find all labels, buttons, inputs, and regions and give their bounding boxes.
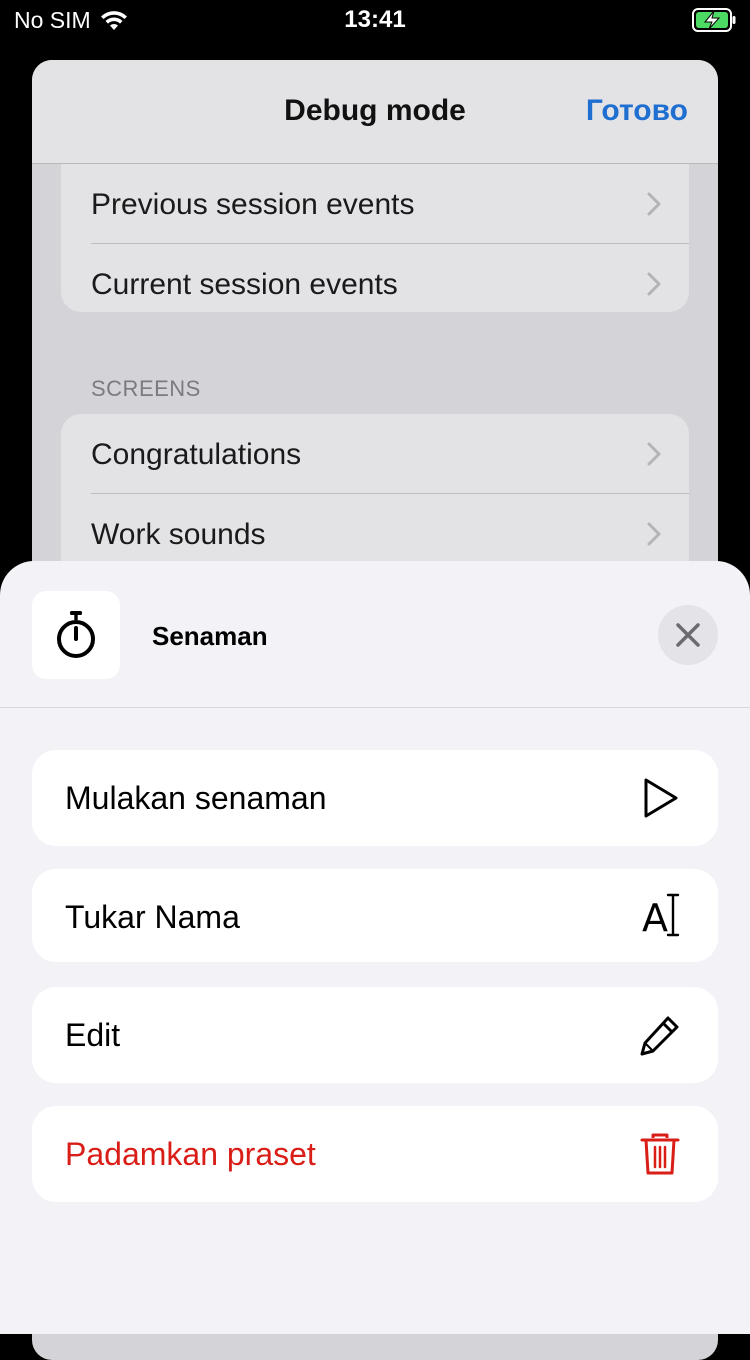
- edit-button[interactable]: Edit: [32, 987, 718, 1083]
- list-item-label: Previous session events: [91, 188, 415, 221]
- status-time: 13:41: [344, 6, 406, 33]
- close-icon: [676, 623, 700, 647]
- text-cursor-icon-glyph: A: [642, 896, 668, 940]
- chevron-right-icon: [647, 522, 661, 546]
- action-label: Mulakan senaman: [65, 780, 327, 816]
- chevron-right-icon: [647, 442, 661, 466]
- action-sheet-header: Senaman: [0, 561, 750, 708]
- chevron-right-icon: [647, 192, 661, 216]
- action-label: Padamkan praset: [65, 1136, 316, 1172]
- battery-charging-icon: [692, 8, 736, 32]
- session-events-group: Previous session events Current session …: [61, 164, 689, 312]
- pencil-icon: [640, 1016, 679, 1056]
- start-workout-button[interactable]: Mulakan senaman: [32, 750, 718, 846]
- list-item[interactable]: Current session events: [61, 244, 689, 312]
- action-label: Edit: [65, 1017, 121, 1053]
- text-cursor-icon: A: [642, 893, 680, 940]
- preset-icon-tile: [32, 591, 120, 679]
- debug-nav-bar: Debug mode Готово: [32, 60, 718, 164]
- close-button[interactable]: [658, 605, 718, 665]
- trash-icon: [640, 1133, 680, 1175]
- section-header: SCREENS: [91, 376, 201, 401]
- stopwatch-icon: [57, 611, 95, 658]
- chevron-right-icon: [647, 272, 661, 296]
- action-label: Tukar Nama: [65, 899, 240, 935]
- play-icon: [644, 778, 678, 818]
- list-item-label: Current session events: [91, 268, 398, 301]
- list-item[interactable]: Congratulations: [61, 414, 689, 494]
- list-item-label: Work sounds: [91, 518, 266, 551]
- action-sheet-title: Senaman: [152, 621, 268, 651]
- list-item-label: Congratulations: [91, 438, 302, 471]
- rename-button[interactable]: Tukar Nama A: [32, 869, 718, 962]
- action-sheet: Senaman Mulakan senaman Tukar Nama A Edi…: [0, 561, 750, 1334]
- list-item[interactable]: Previous session events: [61, 164, 689, 244]
- status-bar: No SIM 13:41: [0, 0, 750, 40]
- done-button[interactable]: Готово: [586, 94, 688, 128]
- delete-preset-button[interactable]: Padamkan praset: [32, 1106, 718, 1202]
